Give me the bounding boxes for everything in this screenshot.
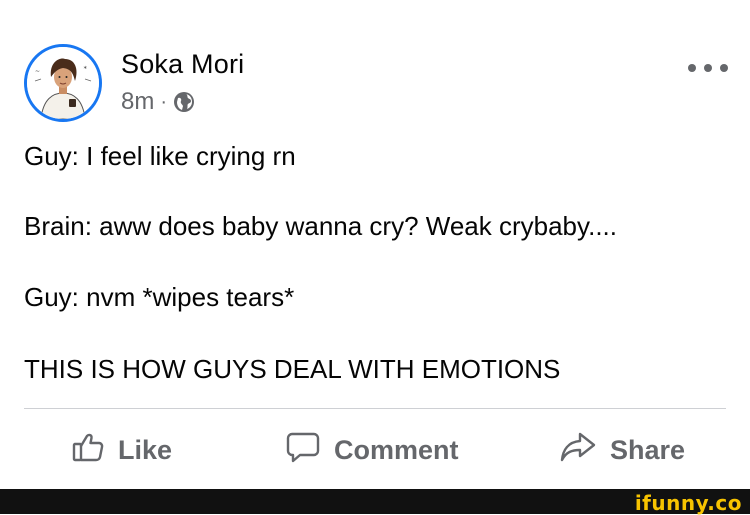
post-time[interactable]: 8m: [121, 88, 154, 116]
like-button[interactable]: Like: [72, 430, 172, 470]
post-meta: 8m ·: [121, 88, 195, 116]
more-dot: [720, 64, 728, 72]
share-button[interactable]: Share: [560, 430, 685, 470]
author-name[interactable]: Soka Mori: [121, 49, 244, 80]
svg-text:∗: ∗: [83, 65, 87, 71]
post-text-line: Guy: I feel like crying rn: [24, 141, 296, 171]
post-text-line: Guy: nvm *wipes tears*: [24, 282, 295, 312]
comment-label: Comment: [334, 434, 459, 465]
post-text-line: THIS IS HOW GUYS DEAL WITH EMOTIONS: [24, 354, 561, 384]
post-text-line: Brain: aww does baby wanna cry? Weak cry…: [24, 211, 617, 241]
more-dot: [688, 64, 696, 72]
svg-text:~: ~: [35, 68, 40, 75]
more-dot: [704, 64, 712, 72]
like-label: Like: [118, 434, 173, 465]
actions-divider: [24, 408, 726, 409]
avatar[interactable]: ~ ∗: [24, 44, 102, 122]
comment-button[interactable]: Comment: [286, 430, 459, 470]
watermark-logo: ifunny.co: [634, 491, 742, 515]
share-label: Share: [610, 434, 686, 465]
meta-separator: ·: [160, 90, 168, 113]
post-card: ~ ∗ Soka Mori 8m · Guy: I feel like cryi…: [0, 0, 750, 489]
like-icon: [72, 431, 118, 470]
globe-icon[interactable]: [173, 91, 195, 113]
share-icon: [560, 431, 610, 470]
comment-icon: [286, 431, 334, 470]
more-options-button[interactable]: [688, 58, 728, 78]
